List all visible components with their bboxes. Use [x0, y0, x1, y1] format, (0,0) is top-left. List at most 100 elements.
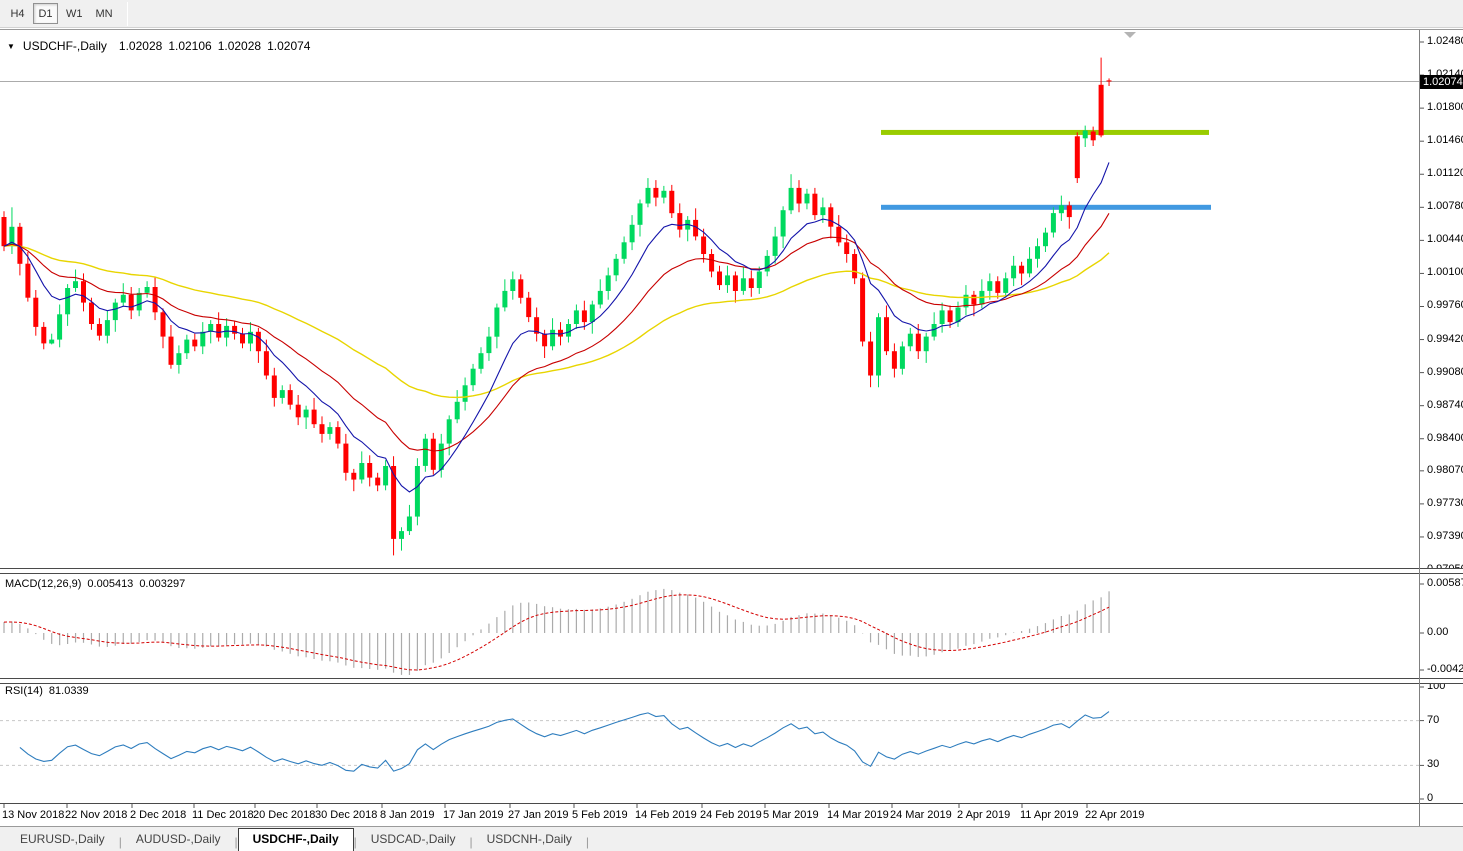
chart-shift-marker-icon[interactable] [1124, 32, 1136, 38]
candle [534, 308, 539, 342]
candle [431, 433, 436, 475]
candle [876, 313, 881, 387]
candle [502, 279, 507, 311]
candle [725, 266, 730, 293]
candle [995, 276, 1000, 298]
rsi-axis-label: 30 [1427, 758, 1439, 770]
support-ray[interactable] [881, 205, 1211, 210]
candle [248, 322, 253, 351]
candle [956, 302, 961, 327]
candle [1083, 126, 1088, 147]
ohlc-high: 1.02106 [168, 39, 211, 53]
candle [359, 451, 364, 483]
candle [161, 308, 166, 348]
candle [757, 267, 762, 294]
price-axis-label: 0.99760 [1427, 299, 1463, 311]
date-axis-label: 11 Apr 2019 [1020, 809, 1079, 821]
candle [216, 312, 221, 341]
candle [335, 421, 340, 448]
chart-tab-usdchf[interactable]: USDCHF-,Daily [238, 828, 354, 851]
resistance-ray[interactable] [881, 130, 1209, 135]
candle [797, 180, 802, 212]
pane-splitter-macd[interactable] [0, 568, 1463, 574]
timeframe-button-w1[interactable]: W1 [61, 3, 88, 24]
price-axis-border[interactable] [1419, 30, 1420, 827]
candle [192, 334, 197, 352]
price-axis-label: 1.01120 [1427, 167, 1463, 179]
candle [661, 186, 666, 204]
candle [932, 312, 937, 340]
candle [97, 318, 102, 340]
candle [709, 249, 714, 277]
date-axis-label: 11 Dec 2018 [192, 809, 254, 821]
chart-window[interactable]: ▼ USDCHF-,Daily 1.02028 1.02106 1.02028 … [0, 29, 1463, 826]
ma-mid-line [4, 213, 1109, 451]
rsi-axis-label: 70 [1427, 714, 1439, 726]
chart-tab-eurusd[interactable]: EURUSD-,Daily [6, 829, 119, 851]
candlestick-chart[interactable] [0, 30, 1463, 827]
macd-value-signal: 0.003297 [139, 578, 185, 590]
metatrader-window: H4D1W1MN ▼ USDCHF-,Daily 1.02028 1.02106… [0, 0, 1463, 851]
candle [749, 271, 754, 297]
candle [399, 527, 404, 550]
ohlc-open: 1.02028 [119, 39, 162, 53]
candle [1107, 78, 1112, 86]
candle [1011, 256, 1016, 286]
price-axis-label: 1.02480 [1427, 35, 1463, 47]
price-axis-label: 0.99080 [1427, 366, 1463, 378]
macd-indicator-label: MACD(12,26,9) 0.005413 0.003297 [5, 578, 185, 590]
candle [574, 305, 579, 329]
candle [884, 306, 889, 356]
timeframe-button-d1[interactable]: D1 [33, 3, 58, 24]
candle [693, 208, 698, 240]
ma-fast-line [4, 162, 1109, 492]
chart-tab-audusd[interactable]: AUDUSD-,Daily [122, 829, 235, 851]
candle [343, 434, 348, 481]
candle [375, 473, 380, 491]
candle [57, 305, 62, 348]
timeframe-button-mn[interactable]: MN [91, 3, 118, 24]
chart-tab-usdcnh[interactable]: USDCNH-,Daily [473, 829, 586, 851]
price-axis-label: 0.98070 [1427, 464, 1463, 476]
candle [65, 284, 70, 326]
candle [1091, 127, 1096, 146]
candle [924, 333, 929, 363]
chart-tab-usdcad[interactable]: USDCAD-,Daily [357, 829, 470, 851]
candle [479, 347, 484, 373]
macd-signal-line [4, 595, 1109, 670]
date-axis-label: 14 Feb 2019 [635, 809, 697, 821]
candle [518, 274, 523, 303]
chart-tabs: EURUSD-,Daily|AUDUSD-,Daily|USDCHF-,Dail… [0, 826, 1463, 851]
candle [145, 281, 150, 298]
candle [320, 416, 325, 442]
price-axis-label: 0.98400 [1427, 432, 1463, 444]
candle [1067, 202, 1072, 229]
candle [598, 279, 603, 308]
date-axis-label: 14 Mar 2019 [827, 809, 889, 821]
macd-axis-label: 0.005873 [1427, 577, 1463, 589]
candle [900, 342, 905, 375]
candle [9, 207, 14, 254]
candle [1027, 247, 1032, 277]
price-axis-label: 1.00440 [1427, 233, 1463, 245]
candle [351, 469, 356, 491]
candle [423, 434, 428, 472]
candle [33, 290, 38, 336]
candle [614, 254, 619, 281]
pane-splitter-rsi[interactable] [0, 678, 1463, 684]
candle [463, 378, 468, 411]
timeframe-button-h4[interactable]: H4 [5, 3, 30, 24]
candle [805, 189, 810, 210]
price-axis-label: 0.99420 [1427, 333, 1463, 345]
current-price-label: 1.02074 [1420, 75, 1463, 89]
tab-separator: | [586, 832, 589, 851]
macd-value-main: 0.005413 [87, 578, 133, 590]
candle [232, 321, 237, 340]
candle [653, 180, 658, 206]
candle [717, 266, 722, 290]
candle [741, 267, 746, 295]
candle [240, 328, 245, 348]
dropdown-arrow-icon[interactable]: ▼ [7, 42, 15, 51]
candle [312, 398, 317, 428]
rsi-value: 81.0339 [49, 685, 89, 697]
